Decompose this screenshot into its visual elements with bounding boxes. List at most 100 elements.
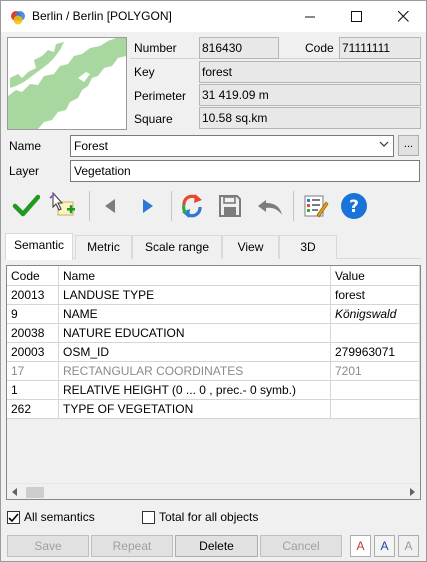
repeat-button[interactable]: Repeat: [91, 535, 173, 557]
svg-text:?: ?: [349, 197, 359, 217]
layer-field[interactable]: Vegetation: [70, 160, 420, 182]
cell-value[interactable]: [331, 400, 420, 419]
refresh-button[interactable]: [175, 189, 209, 223]
cell-code: 262: [7, 400, 59, 419]
perimeter-label: Perimeter: [134, 89, 187, 103]
title-bar: Berlin / Berlin [POLYGON]: [1, 1, 426, 32]
font-color-button[interactable]: A: [350, 535, 371, 557]
column-header-value[interactable]: Value: [331, 266, 420, 286]
browse-button[interactable]: ...: [398, 135, 419, 156]
total-for-all-label: Total for all objects: [159, 510, 259, 524]
toolbar-separator: [89, 191, 90, 221]
cell-name: OSM_ID: [59, 343, 331, 362]
apply-button[interactable]: [9, 189, 43, 223]
help-icon: ?: [341, 193, 367, 219]
perimeter-value: 31 419.09 m: [199, 84, 421, 106]
previous-button[interactable]: [93, 189, 127, 223]
cell-code: 20003: [7, 343, 59, 362]
delete-button[interactable]: Delete: [175, 535, 258, 557]
all-semantics-label: All semantics: [24, 510, 95, 524]
checkbox-unchecked[interactable]: [142, 510, 155, 524]
save-button[interactable]: Save: [7, 535, 89, 557]
next-button[interactable]: [131, 189, 165, 223]
select-object-button[interactable]: [45, 189, 79, 223]
scroll-right-icon[interactable]: [408, 487, 416, 499]
scroll-left-icon[interactable]: [11, 487, 19, 499]
toolbar-separator: [293, 191, 294, 221]
table-row[interactable]: 20013 LANDUSE TYPE forest: [7, 286, 420, 305]
cancel-button[interactable]: Cancel: [260, 535, 342, 557]
column-header-code[interactable]: Code: [7, 266, 59, 286]
table-row[interactable]: 1 RELATIVE HEIGHT (0 ... 0 , prec.- 0 sy…: [7, 381, 420, 400]
cell-code: 20013: [7, 286, 59, 305]
name-combobox[interactable]: Forest: [70, 135, 394, 157]
cell-name: TYPE OF VEGETATION: [59, 400, 331, 419]
cell-code: 17: [7, 362, 59, 381]
name-value: Forest: [74, 139, 109, 153]
cell-code: 20038: [7, 324, 59, 343]
key-value: forest: [199, 61, 421, 83]
key-label: Key: [134, 65, 155, 79]
toolbar-separator: [171, 191, 172, 221]
table-row[interactable]: 262 TYPE OF VEGETATION: [7, 400, 420, 419]
help-button[interactable]: ?: [337, 189, 371, 223]
tab-view[interactable]: View: [222, 235, 279, 259]
save-button-icon[interactable]: [213, 189, 247, 223]
maximize-icon: [350, 11, 362, 22]
previous-icon: [105, 199, 115, 213]
app-icon: [11, 11, 25, 25]
cell-code: 1: [7, 381, 59, 400]
maximize-button[interactable]: [333, 1, 379, 32]
layer-label: Layer: [9, 164, 40, 178]
chevron-down-icon[interactable]: [379, 139, 389, 152]
tab-bar: Semantic Metric Scale range View 3D: [5, 233, 421, 260]
cell-value[interactable]: [331, 324, 420, 343]
horizontal-scrollbar[interactable]: [8, 483, 419, 499]
total-for-all-checkbox[interactable]: Total for all objects: [142, 510, 258, 524]
code-label: Code: [305, 41, 334, 55]
scrollbar-thumb[interactable]: [26, 487, 44, 498]
font-default-button[interactable]: A: [398, 535, 419, 557]
refresh-icon: [182, 194, 202, 218]
close-icon: [397, 11, 409, 22]
undo-button[interactable]: [253, 189, 287, 223]
next-icon: [143, 199, 153, 213]
table-row[interactable]: 20003 OSM_ID 279963071: [7, 343, 420, 362]
column-header-name[interactable]: Name: [59, 266, 331, 286]
apply-check-icon: [12, 194, 40, 217]
cell-name: RELATIVE HEIGHT (0 ... 0 , prec.- 0 symb…: [59, 381, 331, 400]
close-button[interactable]: [380, 1, 426, 32]
cell-value[interactable]: Königswald: [331, 305, 420, 324]
cell-value[interactable]: 279963071: [331, 343, 420, 362]
cell-value[interactable]: [331, 381, 420, 400]
map-thumbnail: [7, 37, 127, 130]
semantics-table: Code Name Value 20013 LANDUSE TYPE fores…: [6, 265, 421, 500]
tab-scale-range[interactable]: Scale range: [132, 235, 222, 259]
code-value: 71111111: [339, 37, 421, 59]
number-value: 816430: [199, 37, 279, 59]
table-row[interactable]: 9 NAME Königswald: [7, 305, 420, 324]
table-row[interactable]: 20038 NATURE EDUCATION: [7, 324, 420, 343]
forest-shape-preview: [8, 38, 126, 129]
tab-3d[interactable]: 3D: [279, 235, 337, 259]
toolbar: ?: [5, 187, 421, 227]
edit-form-button[interactable]: [299, 189, 333, 223]
all-semantics-checkbox[interactable]: All semantics: [7, 510, 95, 524]
cell-name: RECTANGULAR COORDINATES: [59, 362, 331, 381]
cell-name: NAME: [59, 305, 331, 324]
cell-value[interactable]: 7201: [331, 362, 420, 381]
font-style-button[interactable]: A: [374, 535, 395, 557]
cell-value[interactable]: forest: [331, 286, 420, 305]
name-label: Name: [9, 139, 42, 153]
edit-form-icon: [304, 195, 329, 218]
square-label: Square: [134, 112, 173, 126]
tab-metric[interactable]: Metric: [75, 235, 132, 259]
checkbox-checked[interactable]: [7, 510, 20, 524]
cell-code: 9: [7, 305, 59, 324]
table-header: Code Name Value: [7, 266, 420, 286]
table-row[interactable]: 17 RECTANGULAR COORDINATES 7201: [7, 362, 420, 381]
window-title: Berlin / Berlin [POLYGON]: [32, 9, 172, 23]
tab-semantic[interactable]: Semantic: [5, 233, 73, 260]
minimize-button[interactable]: [287, 1, 333, 32]
select-object-icon: [49, 191, 75, 216]
